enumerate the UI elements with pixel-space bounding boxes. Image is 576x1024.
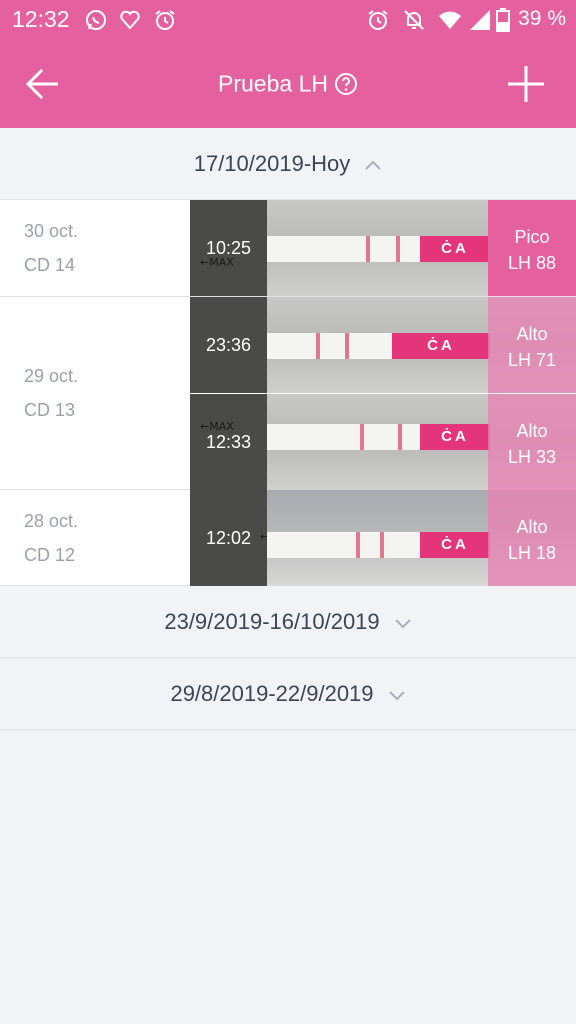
- test-result-badge: Pico LH 88: [488, 200, 576, 296]
- test-lh-value: LH 33: [507, 447, 557, 467]
- notifications-off-icon: [404, 10, 424, 30]
- test-result: Alto: [516, 421, 548, 441]
- day-row: 29 oct. CD 13 ĊA 23:36 Alto LH 71 ←MAX Ċ…: [0, 297, 576, 490]
- group-range: 23/9/2019-16/10/2019: [164, 609, 380, 634]
- day-date: 28 oct.: [24, 511, 79, 531]
- group-header[interactable]: 23/9/2019-16/10/2019: [0, 586, 576, 658]
- test-result: Pico: [514, 227, 550, 247]
- chevron-down-icon: [388, 691, 405, 701]
- test-lh-value: LH 18: [507, 543, 557, 563]
- test-entry[interactable]: ←MAX ĊA 12:33 Alto LH 33: [190, 394, 576, 490]
- test-lh-value: LH 71: [507, 350, 557, 370]
- alarm-icon: [368, 10, 388, 30]
- alarm-icon: [155, 10, 175, 30]
- cycle-day: CD 14: [24, 255, 76, 275]
- chevron-down-icon: [394, 619, 411, 629]
- cycle-day: CD 13: [24, 400, 76, 420]
- test-result-badge: Alto LH 71: [488, 297, 576, 393]
- test-time: 12:33: [205, 432, 252, 452]
- day-info: 29 oct. CD 13: [24, 359, 78, 427]
- whatsapp-icon: [86, 10, 106, 30]
- help-icon[interactable]: [334, 72, 358, 96]
- strip-logo: ĊA: [420, 532, 490, 558]
- test-result: Alto: [516, 324, 548, 344]
- test-result-badge: Alto LH 18: [488, 490, 576, 586]
- group-header[interactable]: 29/8/2019-22/9/2019: [0, 658, 576, 730]
- group-header[interactable]: 17/10/2019-Hoy: [0, 128, 576, 200]
- strip-logo: ĊA: [420, 424, 490, 450]
- status-time: 12:32: [12, 6, 70, 32]
- strip-logo: ĊA: [392, 333, 490, 359]
- page-title: Prueba LH: [0, 69, 576, 97]
- day-date: 29 oct.: [24, 366, 79, 386]
- strip-logo: ĊA: [420, 236, 490, 262]
- test-lh-value: LH 88: [507, 253, 557, 273]
- test-entry[interactable]: ←MAX ĊA 10:25 Pico LH 88: [190, 200, 576, 296]
- test-time: 23:36: [205, 335, 252, 355]
- test-result-badge: Alto LH 33: [488, 394, 576, 490]
- signal-icon: [470, 10, 490, 30]
- heart-icon: [120, 10, 140, 30]
- battery-percent: 39 %: [518, 7, 566, 30]
- app-bar: Prueba LH: [0, 40, 576, 128]
- test-entry[interactable]: ĊA 23:36 Alto LH 71: [190, 297, 576, 393]
- group-range: 29/8/2019-22/9/2019: [170, 681, 374, 706]
- chevron-up-icon: [365, 160, 381, 170]
- test-entry[interactable]: ←MAX ĊA 12:02 Alto LH 18: [190, 490, 576, 586]
- day-row: 28 oct. CD 12 ←MAX ĊA 12:02 Alto LH 18: [0, 490, 576, 586]
- test-result: Alto: [516, 517, 548, 537]
- cycle-day: CD 12: [24, 545, 76, 565]
- day-date: 30 oct.: [24, 221, 79, 241]
- day-info: 30 oct. CD 14: [24, 214, 78, 282]
- page-title-text: Prueba LH: [218, 70, 328, 97]
- battery-icon: [496, 8, 510, 32]
- test-time: 12:02: [205, 528, 252, 548]
- day-info: 28 oct. CD 12: [24, 504, 78, 572]
- group-range: 17/10/2019-Hoy: [193, 151, 351, 176]
- status-bar: 12:32 39 %: [0, 0, 576, 40]
- test-time: 10:25: [205, 238, 252, 258]
- add-icon[interactable]: [506, 64, 546, 104]
- day-row: 30 oct. CD 14 ←MAX ĊA 10:25 Pico LH 88: [0, 200, 576, 297]
- wifi-icon: [439, 11, 461, 29]
